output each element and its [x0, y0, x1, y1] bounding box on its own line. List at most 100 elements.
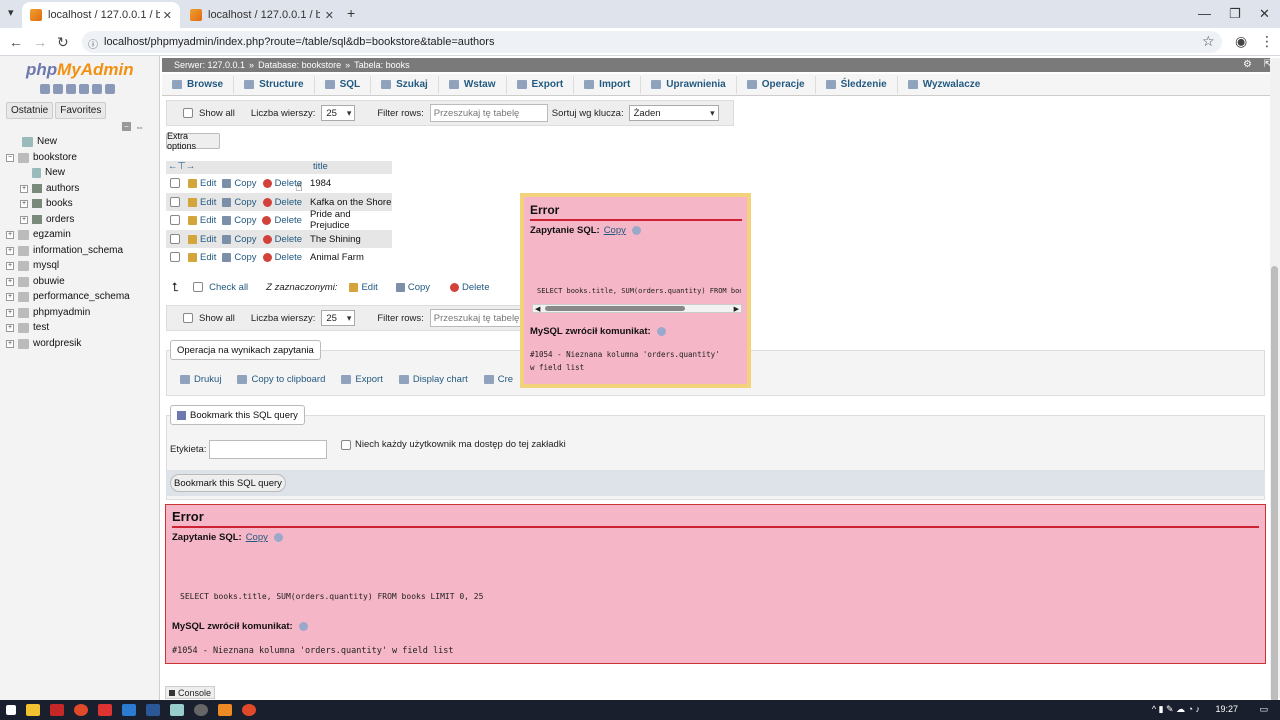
menu-icon[interactable]: ⋮ [1260, 33, 1274, 50]
scrollbar-thumb[interactable] [545, 306, 685, 311]
tree-table-books[interactable]: + books [20, 196, 73, 211]
cell-title[interactable]: Kafka on the Shore [310, 197, 391, 208]
delete-link[interactable]: Delete [262, 197, 302, 208]
help-icon[interactable] [66, 84, 76, 94]
edit-link[interactable]: Edit [188, 234, 216, 245]
collapse-all-icon[interactable]: − [122, 122, 131, 131]
browser-tab[interactable]: localhost / 127.0.0.1 / bookstor ✕ [182, 2, 342, 28]
row-checkbox[interactable] [170, 234, 180, 244]
help-icon[interactable] [298, 622, 308, 631]
delete-link[interactable]: Delete [262, 252, 302, 263]
start-icon[interactable] [6, 705, 16, 715]
xampp-icon[interactable] [218, 704, 232, 716]
app-icon[interactable] [50, 704, 64, 716]
close-tab-icon[interactable]: ✕ [163, 9, 172, 22]
copy-link[interactable]: Copy [222, 178, 257, 189]
print-link[interactable]: Drukuj [180, 374, 221, 385]
tab-triggers[interactable]: Wyzwalacze [898, 76, 991, 94]
tree-db-information-schema[interactable]: + information_schema [6, 243, 123, 258]
filter-rows-input[interactable]: Przeszukaj tę tabelę [429, 309, 524, 327]
copy-link[interactable]: Copy [222, 215, 256, 226]
app-icon[interactable] [98, 704, 112, 716]
expand-icon[interactable]: + [20, 215, 28, 224]
popup-scrollbar[interactable]: ◀ ▶ [532, 304, 742, 313]
tab-tracking[interactable]: Śledzenie [816, 75, 898, 94]
cell-title[interactable]: Animal Farm [310, 252, 364, 263]
bulk-copy-button[interactable]: Copy [395, 282, 430, 293]
cell-title[interactable]: 1984 [310, 178, 331, 189]
tab-structure[interactable]: Structure [234, 75, 315, 94]
expand-icon[interactable]: + [6, 230, 14, 239]
copy-query-link[interactable]: Copy [246, 532, 268, 543]
filter-rows-input[interactable]: Przeszukaj tę tabelę [429, 104, 548, 122]
forward-icon[interactable]: → [33, 34, 47, 50]
bookmark-submit-button[interactable]: Bookmark this SQL query [170, 474, 286, 492]
expand-icon[interactable]: + [6, 292, 14, 301]
expand-icon[interactable]: + [6, 261, 14, 270]
tab-list-icon[interactable]: ▾ [8, 6, 14, 19]
row-checkbox[interactable] [170, 252, 180, 262]
help-icon[interactable] [273, 533, 283, 542]
export-link[interactable]: Export [341, 374, 383, 385]
reload-icon[interactable]: ↻ [57, 34, 69, 51]
copy-link[interactable]: Copy [222, 197, 257, 208]
back-icon[interactable]: ← [9, 34, 23, 50]
link-icon[interactable]: ⇔ [135, 122, 144, 132]
tree-db-wordpresik[interactable]: + wordpresik [6, 336, 81, 351]
word-icon[interactable] [146, 704, 160, 716]
close-window-icon[interactable]: ✕ [1259, 6, 1270, 22]
rows-select[interactable]: 25 [321, 310, 356, 326]
breadcrumb-database[interactable]: Database: bookstore [258, 60, 341, 70]
scroll-left-icon[interactable]: ◀ [535, 305, 540, 313]
bookmark-star-icon[interactable]: ☆ [1202, 33, 1215, 50]
tree-db-egzamin[interactable]: + egzamin [6, 227, 71, 242]
display-chart-link[interactable]: Display chart [398, 374, 468, 385]
tab-import[interactable]: Import [574, 75, 642, 94]
file-explorer-icon[interactable] [26, 704, 40, 716]
copy-clipboard-link[interactable]: Copy to clipboard [237, 374, 325, 385]
tab-operations[interactable]: Operacje [737, 75, 816, 94]
logout-icon[interactable] [53, 84, 63, 94]
phpmyadmin-logo[interactable]: phpMyAdmin [26, 60, 134, 80]
favorites-tab[interactable]: Favorites [55, 102, 107, 119]
page-scrollbar-thumb[interactable] [1271, 266, 1278, 720]
column-title-header[interactable]: title [313, 161, 328, 172]
column-arrows-icon[interactable]: ←⊤→ [168, 161, 195, 172]
tray-icons[interactable]: ^ ▮ ✎ ☁ ◔ ♪ [1152, 704, 1200, 715]
home-icon[interactable] [40, 84, 50, 94]
expand-icon[interactable]: + [6, 339, 14, 348]
breadcrumb-server[interactable]: Serwer: 127.0.0.1 [174, 60, 245, 70]
extra-options-button[interactable]: Extra options [166, 131, 220, 151]
console-toggle[interactable]: Console [165, 686, 215, 699]
edit-link[interactable]: Edit [188, 252, 216, 263]
tree-db-mysql[interactable]: + mysql [6, 258, 59, 273]
tree-new-db[interactable]: New [22, 134, 57, 149]
close-tab-icon[interactable]: ✕ [325, 9, 334, 22]
show-all-checkbox[interactable] [183, 313, 193, 323]
bulk-delete-button[interactable]: Delete [450, 282, 489, 293]
site-info-icon[interactable]: ⓘ [88, 36, 98, 51]
rows-select[interactable]: 25 [321, 105, 356, 121]
expand-icon[interactable]: + [20, 184, 28, 193]
tree-db-test[interactable]: + test [6, 320, 49, 335]
sort-select[interactable]: Żaden [628, 105, 719, 121]
docs-icon[interactable] [79, 84, 89, 94]
edit-link[interactable]: Edit [188, 197, 216, 208]
app-icon[interactable] [194, 704, 208, 716]
scroll-right-icon[interactable]: ▶ [734, 305, 739, 313]
tab-export[interactable]: Export [507, 75, 575, 94]
bookmark-label-input[interactable] [209, 440, 327, 459]
show-all-checkbox[interactable] [183, 108, 193, 118]
edit-link[interactable]: Edit [187, 215, 216, 226]
clock[interactable]: 19:27 [1215, 704, 1238, 714]
notifications-icon[interactable]: ▭ [1259, 704, 1268, 715]
vscode-icon[interactable] [122, 704, 136, 716]
breadcrumb-table[interactable]: Tabela: books [354, 60, 410, 70]
help-icon[interactable] [656, 327, 666, 336]
tab-privileges[interactable]: Uprawnienia [641, 75, 737, 94]
create-view-link[interactable]: Cre [483, 374, 513, 385]
check-all-checkbox[interactable] [193, 282, 204, 292]
chrome-icon[interactable] [242, 704, 256, 716]
tab-search[interactable]: Szukaj [371, 75, 439, 94]
row-checkbox[interactable] [170, 178, 180, 188]
